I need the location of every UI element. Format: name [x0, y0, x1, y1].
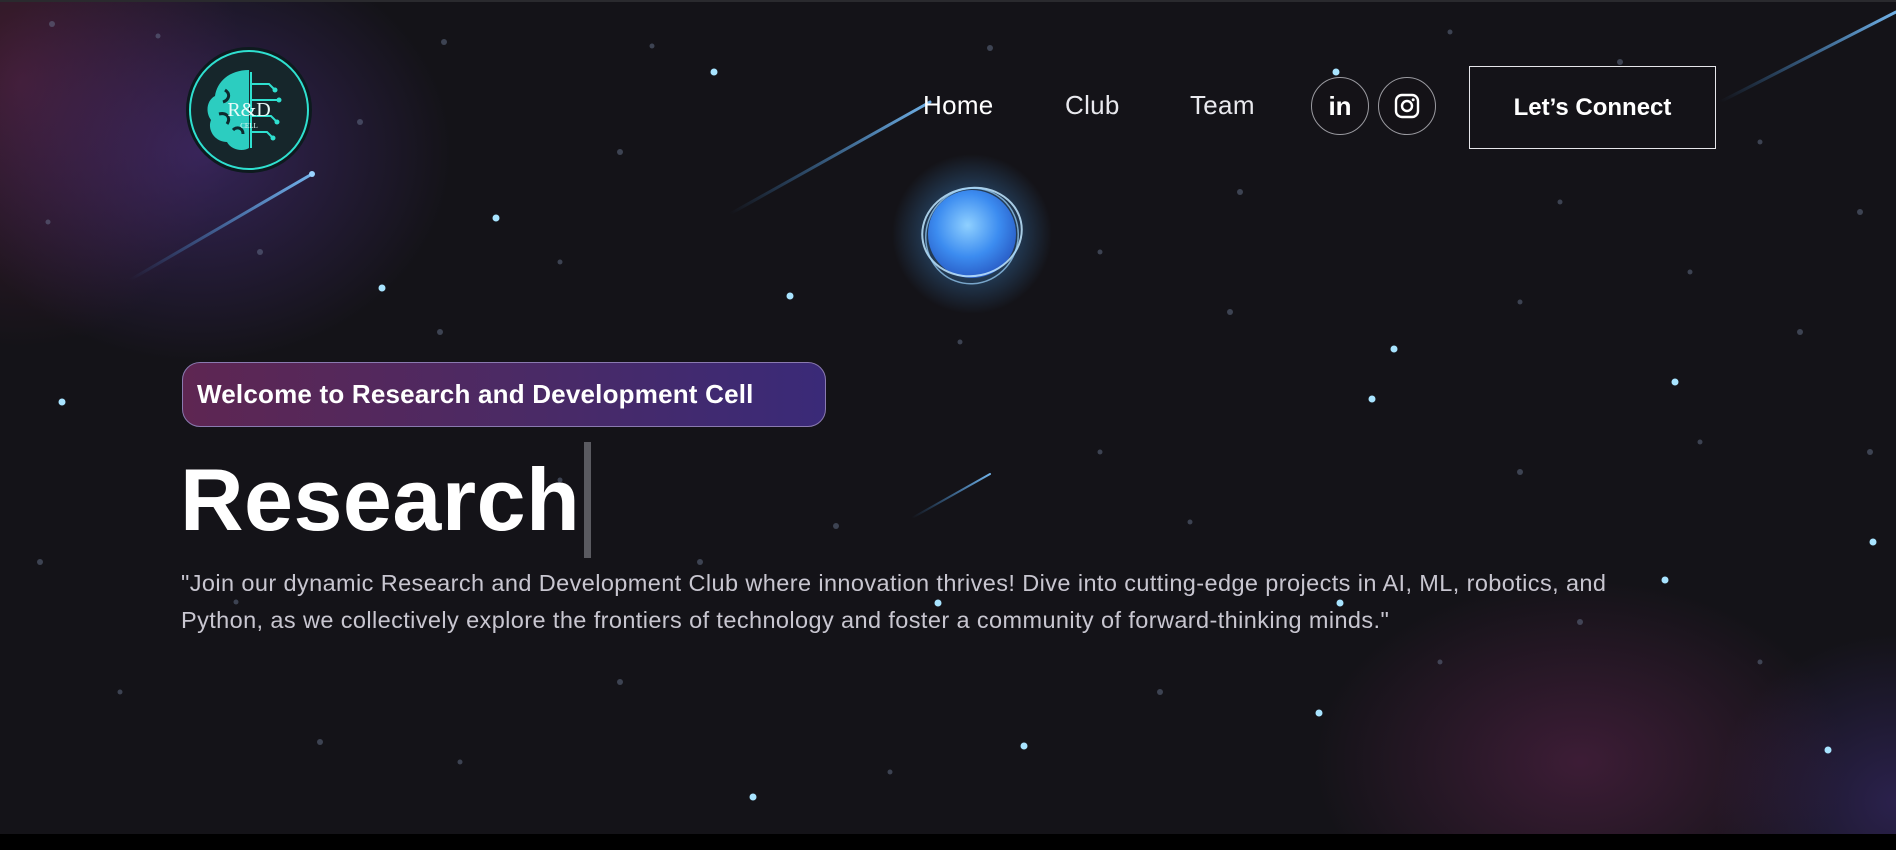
- shooting-star: [728, 100, 932, 216]
- logo-text: R&D: [227, 99, 270, 121]
- star: [309, 171, 315, 177]
- nav-club-link[interactable]: Club: [1065, 90, 1120, 121]
- star: [1332, 68, 1340, 76]
- shooting-star: [128, 172, 314, 282]
- star: [1020, 742, 1028, 750]
- star: [1824, 746, 1832, 754]
- star: [786, 292, 794, 300]
- lets-connect-button[interactable]: Let’s Connect: [1469, 66, 1716, 149]
- star: [1368, 395, 1376, 403]
- hero-headline: Research: [180, 442, 592, 558]
- bottom-bar: [0, 834, 1896, 850]
- hero-section: R&D CELL Home Club Team in Let’s Connect: [0, 0, 1896, 834]
- star: [492, 214, 500, 222]
- instagram-button[interactable]: [1378, 77, 1436, 135]
- shooting-star: [1718, 10, 1896, 104]
- nav-team-link[interactable]: Team: [1190, 90, 1255, 121]
- shooting-star: [911, 473, 991, 519]
- rd-cell-logo[interactable]: R&D CELL: [189, 50, 309, 170]
- glowing-orb-icon: [921, 186, 1023, 285]
- typing-cursor: [584, 442, 592, 558]
- linkedin-button[interactable]: in: [1311, 77, 1369, 135]
- star: [1315, 709, 1323, 717]
- linkedin-icon: in: [1328, 90, 1352, 121]
- brain-logo-icon: R&D CELL: [207, 70, 282, 150]
- headline-text: Research: [180, 450, 581, 549]
- star: [749, 793, 757, 801]
- logo-subtext: CELL: [240, 122, 258, 130]
- star: [710, 68, 718, 76]
- nav-home-link[interactable]: Home: [923, 90, 994, 121]
- star: [378, 284, 386, 292]
- star: [58, 398, 66, 406]
- star: [1671, 378, 1679, 386]
- star: [1390, 345, 1398, 353]
- welcome-badge: Welcome to Research and Development Cell: [182, 362, 826, 427]
- star: [1869, 538, 1877, 546]
- instagram-icon: [1394, 93, 1420, 119]
- hero-description: "Join our dynamic Research and Developme…: [181, 570, 1607, 633]
